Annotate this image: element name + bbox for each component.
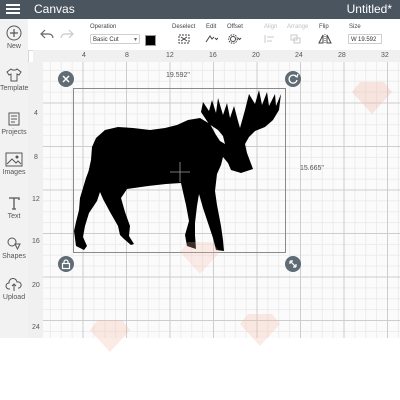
ruler-number: 16 bbox=[32, 238, 40, 245]
shirt-icon bbox=[6, 68, 22, 82]
sidebar-item-label: Text bbox=[7, 213, 21, 220]
left-sidebar: New Templates Projects Images Text Shape… bbox=[0, 19, 32, 338]
sidebar-item-text[interactable]: Text bbox=[0, 195, 28, 221]
rotate-handle[interactable] bbox=[285, 71, 301, 87]
app-title: Canvas bbox=[34, 2, 75, 16]
sidebar-item-projects[interactable]: Projects bbox=[0, 111, 28, 137]
ruler-number: 4 bbox=[34, 110, 38, 117]
ruler-number: 32 bbox=[381, 52, 389, 59]
operation-select[interactable]: Basic Cut ▾ bbox=[90, 34, 140, 44]
text-icon bbox=[9, 197, 20, 210]
sidebar-item-new[interactable]: New bbox=[0, 25, 28, 51]
close-icon bbox=[62, 75, 70, 83]
rotate-icon bbox=[288, 73, 299, 84]
sidebar-item-label: Upload bbox=[2, 294, 26, 301]
sidebar-item-label: Templates bbox=[0, 85, 32, 92]
redo-icon[interactable] bbox=[60, 29, 74, 39]
sidebar-item-templates[interactable]: Templates bbox=[0, 67, 32, 93]
watermark-diamond-icon bbox=[90, 320, 130, 352]
plus-icon bbox=[6, 25, 22, 41]
lock-handle[interactable] bbox=[58, 256, 74, 272]
document-title[interactable]: Untitled* bbox=[347, 2, 392, 17]
watermark-diamond-icon bbox=[352, 82, 392, 114]
width-input[interactable]: W 19.592 bbox=[348, 34, 382, 44]
center-crosshair bbox=[170, 162, 190, 182]
sidebar-item-upload[interactable]: Upload bbox=[0, 277, 28, 302]
ruler-number: 20 bbox=[32, 282, 40, 289]
sidebar-item-label: New bbox=[6, 43, 21, 50]
offset-icon[interactable] bbox=[228, 34, 242, 44]
lock-icon bbox=[61, 259, 71, 270]
deselect-label: Deselect bbox=[172, 24, 196, 30]
ruler-number: 8 bbox=[34, 154, 38, 161]
sidebar-item-shapes[interactable]: Shapes bbox=[0, 235, 28, 261]
deselect-icon[interactable] bbox=[178, 34, 190, 44]
ruler-number: 12 bbox=[166, 52, 174, 59]
sidebar-item-images[interactable]: Images bbox=[0, 152, 28, 177]
edit-tools-icon[interactable] bbox=[204, 34, 218, 44]
sidebar-item-label: Projects bbox=[1, 129, 27, 136]
ruler-number: 16 bbox=[209, 52, 217, 59]
sidebar-item-label: Images bbox=[2, 169, 26, 176]
hamburger-menu-icon[interactable] bbox=[6, 4, 20, 14]
width-value: 19.592 bbox=[358, 37, 377, 43]
ruler-number: 12 bbox=[32, 196, 40, 203]
sidebar-item-label: Shapes bbox=[2, 253, 26, 260]
selection-height-label: 15.665" bbox=[300, 165, 324, 172]
edit-toolbar: Operation Basic Cut ▾ Deselect Edit Offs… bbox=[28, 19, 400, 51]
watermark-diamond-icon bbox=[240, 314, 280, 346]
cloud-upload-icon bbox=[5, 278, 22, 291]
arrange-label: Arrange bbox=[287, 24, 309, 30]
ruler-number: 4 bbox=[82, 52, 86, 59]
linetype-color-swatch[interactable] bbox=[145, 35, 156, 46]
delete-handle[interactable] bbox=[58, 71, 74, 87]
arrange-icon[interactable] bbox=[290, 34, 304, 44]
flip-icon[interactable] bbox=[318, 34, 332, 44]
watermark-diamond-icon bbox=[180, 242, 220, 274]
image-icon bbox=[5, 152, 23, 167]
operation-label: Operation bbox=[90, 24, 117, 30]
selection-width-label: 19.592" bbox=[166, 72, 190, 79]
chevron-down-icon: ▾ bbox=[133, 37, 137, 43]
align-label: Align bbox=[264, 24, 278, 30]
undo-icon[interactable] bbox=[40, 29, 54, 39]
align-icon[interactable] bbox=[264, 34, 278, 44]
width-prefix: W bbox=[351, 37, 357, 43]
ruler-number: 8 bbox=[125, 52, 129, 59]
ruler-number: 20 bbox=[252, 52, 260, 59]
size-label: Size bbox=[349, 24, 361, 30]
shapes-icon bbox=[7, 237, 21, 251]
resize-handle[interactable] bbox=[285, 256, 301, 272]
ruler-number: 28 bbox=[338, 52, 346, 59]
flip-label: Flip bbox=[319, 24, 329, 30]
projects-icon bbox=[8, 112, 20, 126]
ruler-number: 24 bbox=[32, 324, 40, 331]
offset-label: Offset bbox=[227, 24, 243, 30]
edit-label: Edit bbox=[206, 24, 217, 30]
operation-value: Basic Cut bbox=[93, 37, 119, 43]
resize-arrows-icon bbox=[289, 260, 297, 268]
ruler-number: 24 bbox=[295, 52, 303, 59]
left-ruler: 4 8 12 16 20 24 bbox=[28, 62, 44, 338]
top-bar: Canvas Untitled* bbox=[0, 0, 400, 19]
